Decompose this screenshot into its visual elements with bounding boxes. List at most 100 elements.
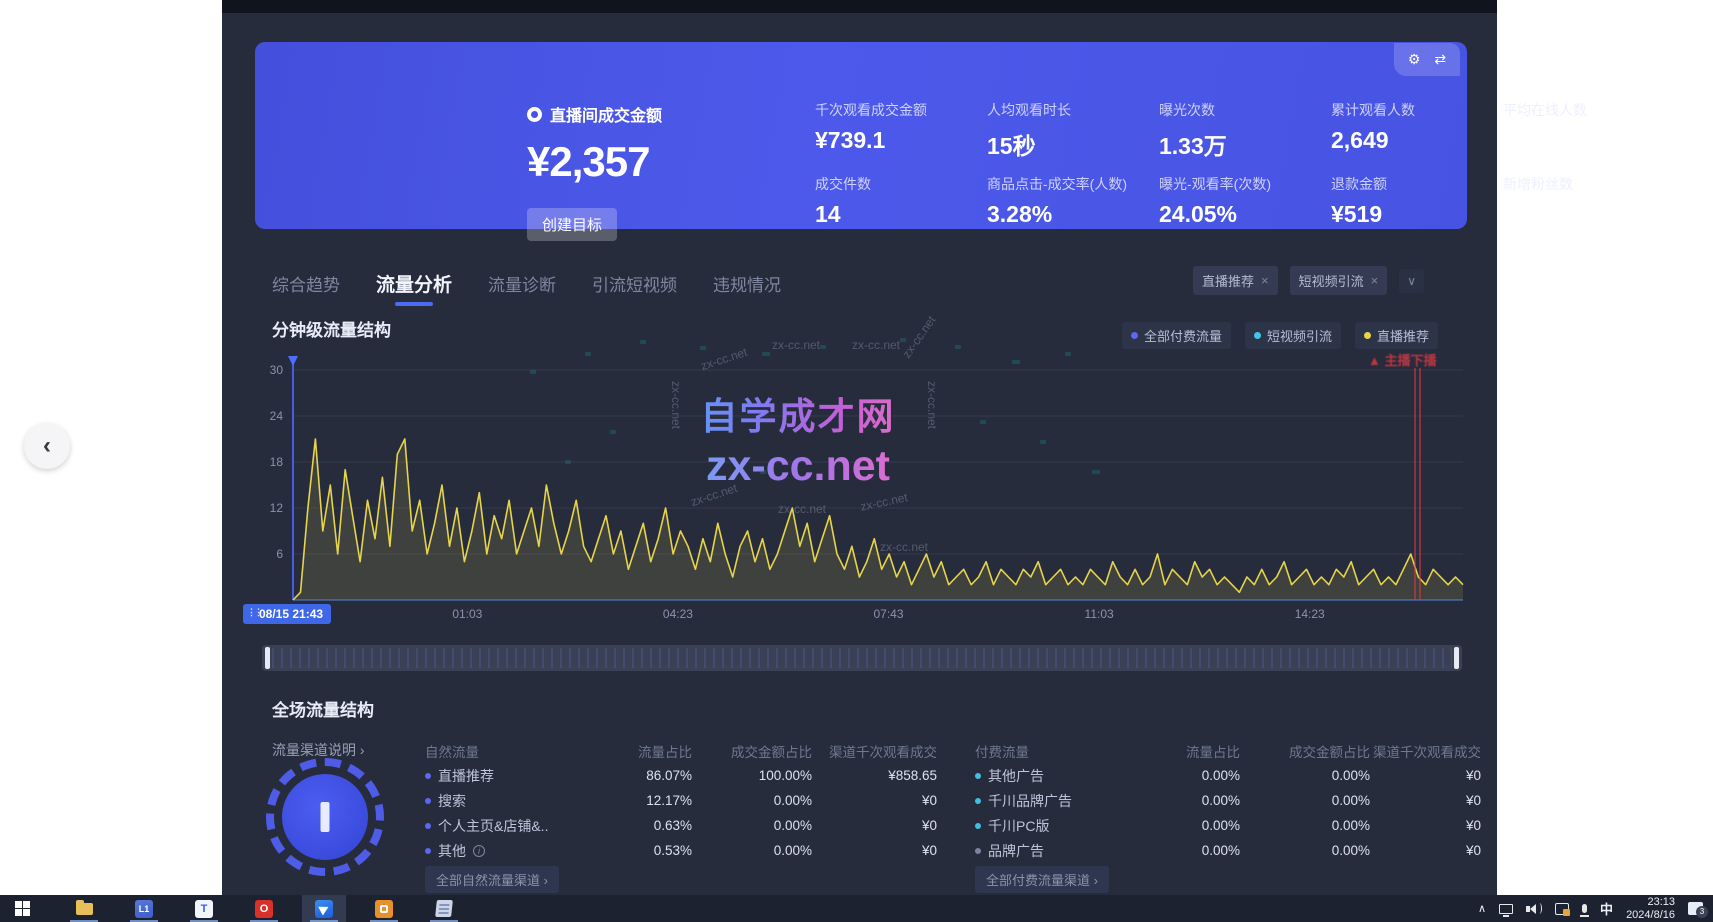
table-header: 自然流量 流量占比 成交金额占比 渠道千次观看成交	[425, 738, 937, 763]
svg-text:14:23: 14:23	[1295, 607, 1325, 621]
kpi-main-value: ¥2,357	[527, 138, 757, 186]
traffic-donut-chart[interactable]	[266, 758, 384, 876]
svg-text:11:03: 11:03	[1085, 607, 1114, 621]
stream-end-marker: ▲ 主播下播	[1368, 350, 1437, 369]
pointer-app-icon	[315, 900, 333, 918]
kpi-stat: 人均观看时长15秒	[987, 100, 1159, 174]
tab-overall-trend[interactable]: 综合趋势	[272, 271, 340, 296]
svg-text:24: 24	[270, 409, 284, 423]
all-natural-channels-link[interactable]: 全部自然流量渠道 ›	[425, 866, 559, 893]
taskbar-clock[interactable]: 23:13 2024/8/16	[1626, 896, 1675, 921]
app-o-button[interactable]: O	[242, 895, 286, 922]
video-artifact	[955, 345, 961, 349]
kpi-stat: 退款金额¥519	[1331, 174, 1503, 228]
all-paid-channels-link[interactable]: 全部付费流量渠道 ›	[975, 866, 1109, 893]
file-explorer-button[interactable]	[62, 895, 106, 922]
paid-traffic-table: 付费流量 流量占比 成交金额占比 渠道千次观看成交 其他广告 0.00% 0.0…	[975, 738, 1481, 863]
video-artifact	[585, 352, 591, 356]
app-t-button[interactable]: T	[182, 895, 226, 922]
windows-icon	[15, 901, 30, 916]
create-goal-button[interactable]: 创建目标	[527, 208, 617, 241]
network-icon[interactable]	[1499, 904, 1513, 914]
slider-handle-right[interactable]	[1454, 647, 1459, 669]
svg-text:07:43: 07:43	[874, 607, 904, 621]
ime-indicator[interactable]: 中	[1600, 899, 1613, 918]
table-row: 其他i 0.53% 0.00% ¥0	[425, 838, 937, 863]
desktop: ‹ 直播间成交金额 ¥2,357 创建目标 千次观看成交金额¥739.1 人均观…	[0, 0, 1713, 922]
kpi-stat: 商品点击-成交率(人数)3.28%	[987, 174, 1159, 228]
channel-explain-link[interactable]: 流量渠道说明 ›	[272, 740, 365, 760]
snipping-tool-icon[interactable]	[1555, 903, 1569, 915]
chart-range-slider[interactable]	[262, 645, 1462, 671]
minute-section-title: 分钟级流量结构	[272, 316, 391, 341]
volume-icon[interactable]	[1526, 903, 1542, 914]
kpi-stat: 平均在线人数1	[1503, 100, 1675, 174]
tab-traffic-analysis[interactable]: 流量分析	[376, 270, 452, 297]
tray-expand-button[interactable]: ∧	[1478, 902, 1486, 915]
chart-legend: 全部付费流量 短视频引流 直播推荐	[1122, 322, 1438, 349]
action-center-button[interactable]: 3	[1688, 902, 1703, 915]
kpi-panel: 直播间成交金额 ¥2,357 创建目标 千次观看成交金额¥739.1 人均观看时…	[255, 42, 1467, 229]
analysis-tabs: 综合趋势 流量分析 流量诊断 引流短视频 违规情况	[272, 270, 781, 297]
svg-text:01:03: 01:03	[452, 607, 482, 621]
svg-text:04:23: 04:23	[663, 607, 693, 621]
svg-text:6: 6	[276, 547, 283, 561]
filter-dropdown[interactable]: ∨	[1399, 269, 1424, 293]
t-app-icon: T	[195, 900, 213, 918]
x-axis-start-badge: 08/15 21:43	[243, 604, 331, 624]
warn-icon: ▲	[1368, 353, 1381, 368]
legend-live-recommend[interactable]: 直播推荐	[1355, 322, 1438, 349]
l1-app-icon: L1	[135, 900, 153, 918]
back-button[interactable]: ‹	[24, 423, 70, 469]
info-icon[interactable]: i	[473, 845, 485, 857]
kpi-stat: 曝光次数1.33万	[1159, 100, 1331, 174]
gear-icon[interactable]: ⚙	[1408, 51, 1421, 68]
tab-violations[interactable]: 违规情况	[713, 271, 781, 296]
tab-traffic-diagnosis[interactable]: 流量诊断	[488, 271, 556, 296]
legend-paid-traffic[interactable]: 全部付费流量	[1122, 322, 1231, 349]
line-chart-canvas: 61218243001:0304:2307:4311:0314:23	[255, 346, 1480, 636]
video-artifact	[820, 345, 826, 349]
kpi-stat: 千次观看成交金额¥739.1	[815, 100, 987, 174]
row-dot-icon	[975, 773, 981, 779]
slider-handle-left[interactable]	[265, 647, 270, 669]
tab-short-video[interactable]: 引流短视频	[592, 271, 677, 296]
target-icon	[527, 107, 542, 122]
kpi-corner-tools: ⚙ ⇄	[1394, 43, 1460, 76]
back-icon: ‹	[43, 432, 51, 460]
legend-dot-icon	[1364, 332, 1371, 339]
player-app-button[interactable]	[302, 895, 346, 922]
table-row: 千川品牌广告 0.00% 0.00% ¥0	[975, 788, 1481, 813]
microphone-icon[interactable]	[1582, 904, 1587, 913]
legend-short-video[interactable]: 短视频引流	[1245, 322, 1341, 349]
start-button[interactable]	[0, 895, 44, 922]
kpi-stat: 新增粉丝数31	[1503, 174, 1675, 228]
video-artifact	[640, 340, 646, 344]
close-icon[interactable]: ×	[1261, 273, 1269, 288]
filter-tag-live-recommend[interactable]: 直播推荐 ×	[1193, 266, 1278, 295]
row-dot-icon	[425, 848, 431, 854]
kpi-stat: 曝光-观看率(次数)24.05%	[1159, 174, 1331, 228]
video-artifact	[530, 370, 536, 374]
chevron-down-icon: ∨	[1407, 274, 1416, 288]
system-tray: ∧ 中 23:13 2024/8/16 3	[1478, 896, 1713, 921]
svg-text:30: 30	[270, 363, 284, 377]
app-l1-button[interactable]: L1	[122, 895, 166, 922]
donut-center-glyph	[321, 802, 330, 832]
filter-tag-short-video[interactable]: 短视频引流 ×	[1290, 266, 1388, 295]
notepad-button[interactable]	[422, 895, 466, 922]
app-orange-button[interactable]	[362, 895, 406, 922]
svg-text:18: 18	[270, 455, 284, 469]
legend-dot-icon	[1131, 332, 1138, 339]
row-dot-icon	[425, 823, 431, 829]
row-dot-icon	[975, 848, 981, 854]
table-row: 千川PC版 0.00% 0.00% ¥0	[975, 813, 1481, 838]
swap-icon[interactable]: ⇄	[1434, 51, 1446, 68]
kpi-stats-grid: 千次观看成交金额¥739.1 人均观看时长15秒 曝光次数1.33万 累计观看人…	[815, 100, 1675, 228]
chevron-up-icon: ∧	[1478, 903, 1486, 915]
overall-section-title: 全场流量结构	[272, 696, 374, 721]
minute-traffic-chart[interactable]: 61218243001:0304:2307:4311:0314:23 ▲ 主播下…	[255, 346, 1480, 636]
close-icon[interactable]: ×	[1371, 273, 1379, 288]
natural-traffic-table: 自然流量 流量占比 成交金额占比 渠道千次观看成交 直播推荐 86.07% 10…	[425, 738, 937, 863]
video-artifact	[1065, 352, 1071, 356]
